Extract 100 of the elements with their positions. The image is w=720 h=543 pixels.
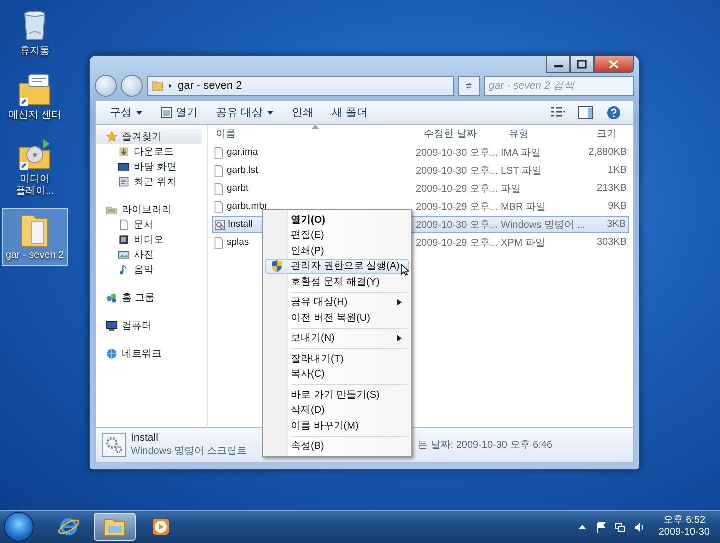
- close-icon: [609, 60, 619, 68]
- file-icon: [214, 236, 224, 248]
- size-cell-text: 9KB: [607, 200, 628, 214]
- open-window-icon: [161, 107, 172, 118]
- menu-item[interactable]: 인쇄(P): [265, 243, 409, 258]
- help-icon[interactable]: [606, 106, 622, 120]
- menu-item[interactable]: 이전 버전 복원(U): [265, 310, 409, 326]
- recent-icon: [118, 176, 130, 188]
- menu-item[interactable]: 복사(C): [265, 366, 409, 382]
- star-icon: [106, 130, 118, 142]
- date-cell-text: 2009-10-29 오후...: [415, 182, 499, 196]
- folder-icon: [152, 80, 164, 92]
- address-bar[interactable]: gar - seven 2: [147, 76, 454, 96]
- date-cell-text: 2009-10-29 오후...: [415, 236, 499, 250]
- menu-item[interactable]: 바로 가기 만들기(S): [265, 387, 409, 402]
- date-cell-text: 2009-10-29 오후...: [415, 200, 499, 214]
- view-options-icon[interactable]: [550, 106, 566, 120]
- file-name-cell[interactable]: gar.ima: [212, 144, 258, 161]
- file-name-cell[interactable]: garbt: [212, 180, 249, 197]
- nav-item[interactable]: 즐겨찾기: [96, 129, 202, 144]
- maximize-button[interactable]: [570, 56, 594, 73]
- size-cell-text: 213KB: [596, 182, 628, 196]
- menu-item[interactable]: 편집(E): [265, 228, 409, 243]
- music-icon: [118, 264, 130, 276]
- column-header[interactable]: 이름: [212, 125, 412, 143]
- minimize-button[interactable]: [546, 56, 570, 73]
- menu-item[interactable]: 열기(O): [265, 212, 409, 228]
- file-icon: [214, 146, 224, 158]
- nav-item[interactable]: 비디오: [96, 232, 202, 247]
- preview-pane-icon[interactable]: [578, 106, 594, 120]
- toolbar-button[interactable]: 공유 대상: [208, 103, 282, 122]
- date-cell-text: 2009-10-30 오후...: [415, 146, 499, 160]
- clock-date: 2009-10-30: [658, 527, 710, 539]
- date-cell-text: 2009-10-30 오후...: [415, 164, 499, 178]
- network-icon: [106, 348, 118, 360]
- desktop-shortcut[interactable]: 메신저 센터: [2, 68, 68, 126]
- menu-item[interactable]: 잘라내기(T): [265, 351, 409, 366]
- nav-item[interactable]: 음악: [96, 262, 202, 277]
- menu-item[interactable]: 삭제(D): [265, 402, 409, 418]
- size-cell: 3KB: [587, 216, 629, 233]
- menu-item[interactable]: 이름 바꾸기(M): [265, 418, 409, 434]
- file-name-cell[interactable]: garb.lst: [212, 162, 258, 179]
- desktop-shortcut[interactable]: 미디어 플레이...: [2, 132, 68, 202]
- nav-item[interactable]: 사진: [96, 247, 202, 262]
- nav-item[interactable]: 바탕 화면: [96, 159, 202, 174]
- address-path: gar - seven 2: [178, 80, 242, 92]
- nav-item[interactable]: 홈 그룹: [96, 290, 202, 305]
- desktop-shortcut[interactable]: gar - seven 2: [2, 208, 68, 266]
- type-cell: Windows 명령어 ...: [499, 216, 587, 233]
- search-field[interactable]: gar - seven 2 검색: [484, 76, 634, 96]
- toolbar-button[interactable]: 열기: [153, 103, 206, 122]
- network-icon[interactable]: [614, 522, 626, 532]
- menu-item[interactable]: 관리자 권한으로 실행(A): [265, 258, 409, 274]
- column-header[interactable]: 유형: [497, 125, 585, 143]
- menu-item[interactable]: 속성(B): [265, 438, 409, 454]
- computer-icon: [106, 320, 118, 332]
- back-button[interactable]: [95, 75, 117, 97]
- picture-icon: [118, 248, 130, 260]
- volume-icon[interactable]: [634, 522, 645, 532]
- start-button[interactable]: [4, 512, 34, 542]
- video-icon: [118, 234, 130, 246]
- minimize-icon: [554, 65, 562, 68]
- flag-icon[interactable]: [596, 522, 607, 532]
- clock-time: 오후 6:52: [663, 515, 706, 527]
- clock[interactable]: 오후 6:52 2009-10-30: [654, 515, 714, 539]
- nav-item[interactable]: 문서: [96, 217, 202, 232]
- file-name-cell[interactable]: splas: [212, 234, 250, 251]
- close-button[interactable]: [594, 56, 634, 73]
- homegroup-icon: [106, 292, 118, 304]
- menu-item[interactable]: 보내기(N): [265, 330, 409, 346]
- file-icon: [214, 182, 224, 194]
- menu-item[interactable]: 공유 대상(H): [265, 294, 409, 310]
- messenger-folder-icon: [17, 72, 53, 108]
- desktop-icon-label: 메신저 센터: [8, 110, 62, 122]
- type-cell-text: XPM 파일: [500, 236, 546, 250]
- shield-icon: [271, 260, 283, 273]
- maximize-icon: [577, 60, 587, 68]
- toolbar-button[interactable]: 새 폴더: [324, 103, 376, 122]
- nav-item[interactable]: 라이브러리: [96, 202, 202, 217]
- media-folder-icon: [17, 136, 53, 172]
- file-name-cell[interactable]: garbt.mbr: [212, 198, 268, 215]
- desktop-icon-label: 미디어 플레이...: [14, 174, 56, 198]
- type-cell-text: LST 파일: [500, 164, 543, 178]
- column-header[interactable]: 크기: [585, 125, 627, 143]
- file-icon: [214, 164, 224, 176]
- desktop-shortcut[interactable]: 휴지통: [2, 4, 68, 62]
- file-name-cell[interactable]: Install: [212, 216, 253, 233]
- mouse-pointer-icon: [401, 264, 409, 276]
- nav-item[interactable]: 다운로드: [96, 144, 202, 159]
- toolbar-button[interactable]: 인쇄: [284, 103, 322, 122]
- menu-item[interactable]: 호환성 문제 해결(Y): [265, 274, 409, 290]
- nav-item[interactable]: 네트워크: [96, 346, 202, 361]
- toolbar-button[interactable]: 구성: [102, 103, 151, 122]
- download-icon: [118, 146, 130, 158]
- forward-button[interactable]: [121, 75, 143, 97]
- details-name: Install: [131, 432, 158, 444]
- column-header[interactable]: 수정한 날짜: [412, 125, 497, 143]
- nav-item[interactable]: 최근 위치: [96, 174, 202, 189]
- nav-item[interactable]: 컴퓨터: [96, 318, 202, 333]
- refresh-button[interactable]: [458, 76, 480, 96]
